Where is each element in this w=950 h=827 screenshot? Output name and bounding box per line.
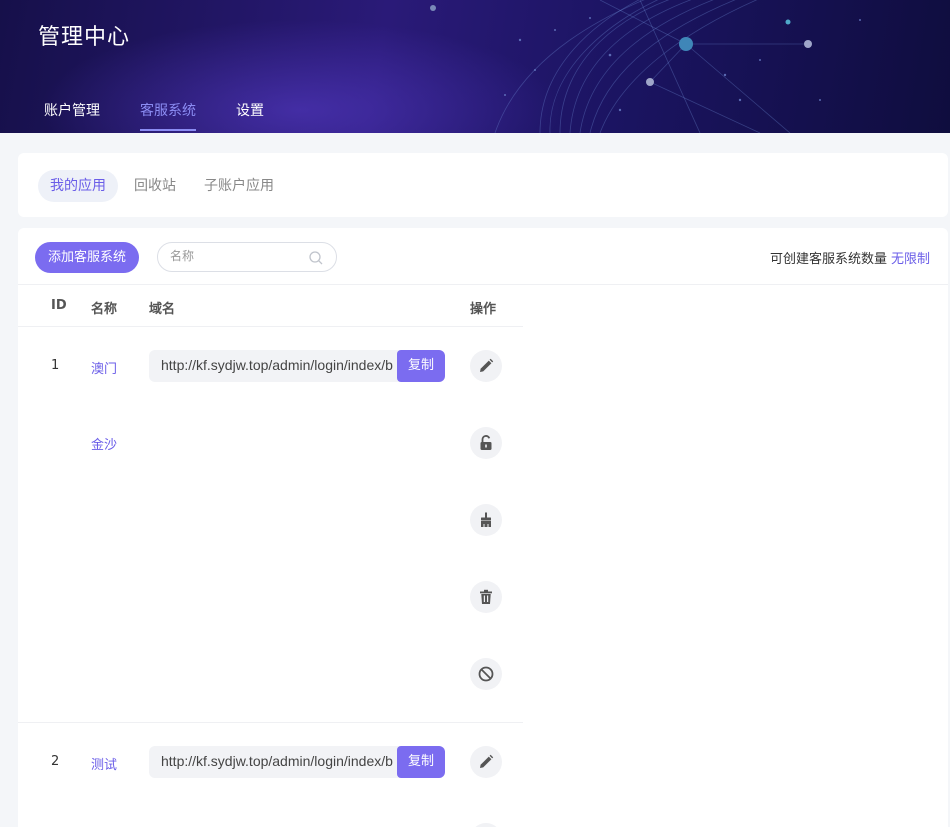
row-1-id: 1 (51, 358, 60, 373)
tab-my-apps[interactable]: 我的应用 (38, 170, 118, 202)
row-1-delete-button[interactable] (470, 581, 502, 613)
row-2-domain: http://kf.sydjw.top/admin/login/index/b … (149, 746, 445, 778)
nav-customer-service[interactable]: 客服系统 (140, 100, 196, 132)
app-header: 管理中心 账户管理 客服系统 设置 (0, 0, 950, 133)
tab-sub-account-apps[interactable]: 子账户应用 (192, 170, 286, 202)
search-box (157, 242, 337, 272)
nav-account[interactable]: 账户管理 (44, 100, 100, 132)
top-nav: 账户管理 客服系统 设置 (44, 100, 304, 132)
column-header-actions: 操作 (470, 302, 497, 317)
divider (18, 284, 948, 285)
row-1-domain: http://kf.sydjw.top/admin/login/index/b … (149, 350, 445, 382)
row-2-edit-button[interactable] (470, 746, 502, 778)
row-1-copy-button[interactable]: 复制 (397, 350, 445, 382)
row-1-clean-button[interactable] (470, 504, 502, 536)
row-2-name[interactable]: 测试 (91, 754, 117, 773)
clean-icon (481, 512, 491, 527)
row-1-name[interactable]: 澳门 (91, 358, 117, 377)
disable-icon (478, 666, 494, 682)
tab-recycle-bin[interactable]: 回收站 (122, 170, 188, 202)
add-system-button[interactable]: 添加客服系统 (35, 242, 139, 273)
row-1-disable-button[interactable] (470, 658, 502, 690)
row-1-domain-text: http://kf.sydjw.top/admin/login/index/b (161, 357, 393, 373)
column-header-domain: 域名 (149, 302, 176, 317)
edit-icon (480, 754, 494, 768)
quota-label: 可创建客服系统数量 (769, 252, 887, 267)
unlock-icon (480, 435, 492, 450)
row-divider (18, 722, 523, 723)
app-list-card: 添加客服系统 可创建客服系统数量无限制 ID 名称 域名 操作 1 澳门 金沙 … (18, 228, 948, 827)
row-2-domain-text: http://kf.sydjw.top/admin/login/index/b (161, 753, 393, 769)
row-2-unlock-button[interactable] (470, 823, 502, 827)
nav-settings[interactable]: 设置 (236, 100, 264, 132)
column-header-id: ID (51, 298, 67, 313)
quota-value: 无限制 (890, 252, 930, 267)
row-1-edit-button[interactable] (470, 350, 502, 382)
page-title: 管理中心 (38, 25, 131, 50)
subtabs: 我的应用 回收站 子账户应用 (38, 170, 290, 202)
delete-icon (480, 589, 492, 604)
quota-info: 可创建客服系统数量 无限制 (770, 248, 930, 267)
table-header-divider (18, 326, 523, 327)
edit-icon (480, 358, 494, 372)
search-input[interactable] (170, 249, 300, 263)
row-1-name-2[interactable]: 金沙 (91, 434, 117, 453)
row-1-unlock-button[interactable] (470, 427, 502, 459)
subtab-card: 我的应用 回收站 子账户应用 (18, 153, 948, 217)
row-2-id: 2 (51, 754, 60, 769)
search-icon[interactable] (308, 250, 324, 266)
column-header-name: 名称 (91, 302, 118, 317)
row-2-copy-button[interactable]: 复制 (397, 746, 445, 778)
